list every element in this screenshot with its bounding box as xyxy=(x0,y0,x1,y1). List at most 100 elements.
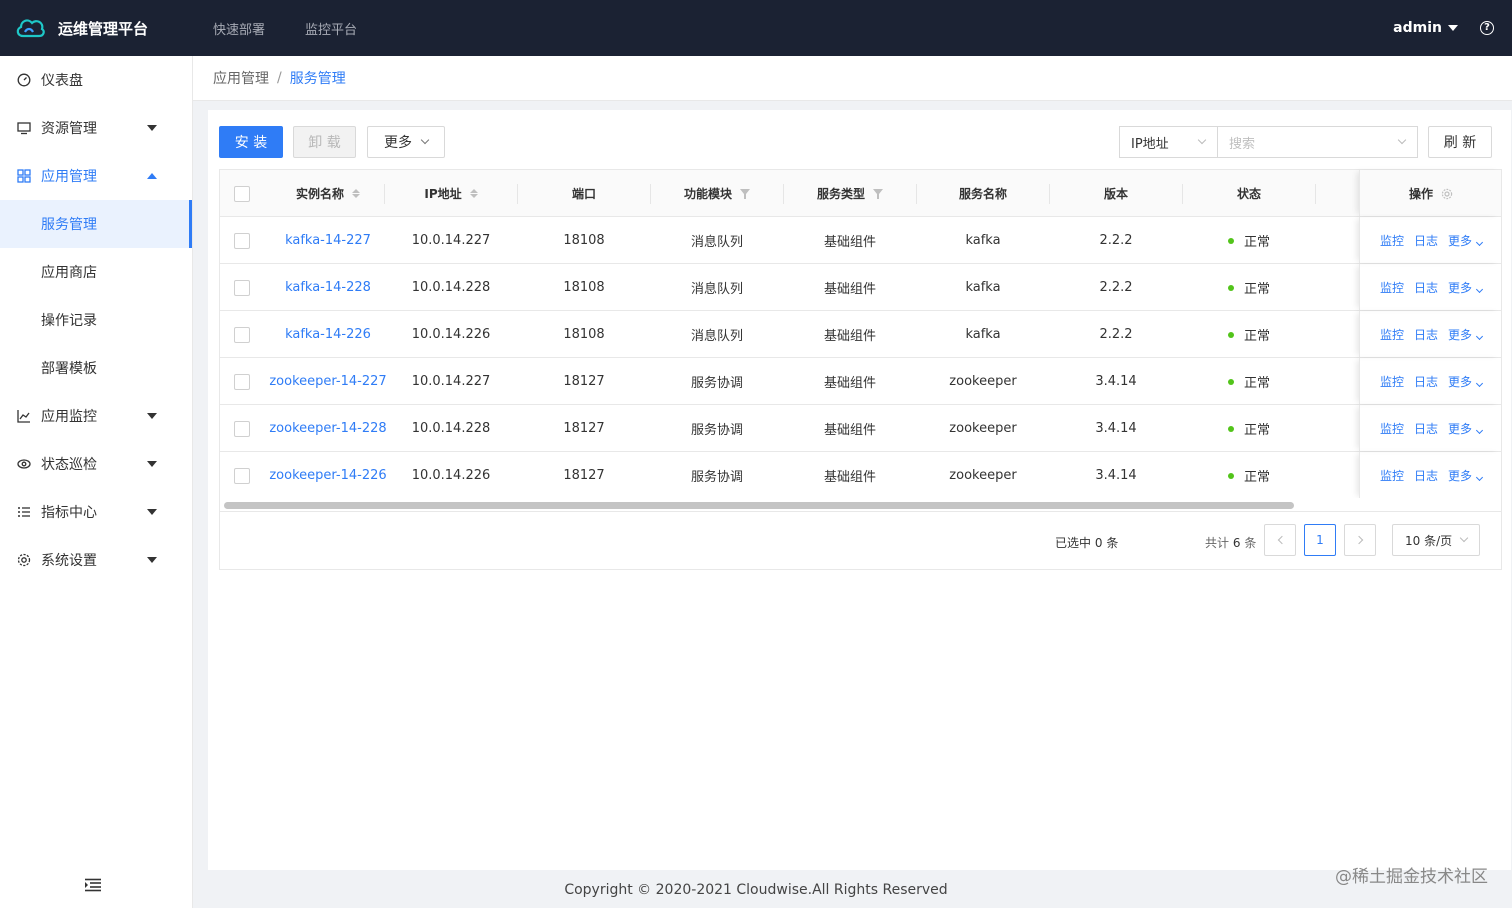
cell-version: 2.2.2 xyxy=(1099,327,1133,342)
sidebar-subitem-app-store[interactable]: 应用商店 xyxy=(0,248,192,296)
sort-icon[interactable] xyxy=(469,189,478,198)
logo[interactable]: 运维管理平台 xyxy=(0,0,193,56)
app-title: 运维管理平台 xyxy=(58,19,149,38)
sidebar-item-settings[interactable]: 系统设置 xyxy=(0,536,192,584)
header-type[interactable]: 服务类型 xyxy=(784,170,916,217)
log-link[interactable]: 日志 xyxy=(1414,232,1438,249)
header-module[interactable]: 功能模块 xyxy=(651,170,783,217)
more-link[interactable]: 更多 xyxy=(1448,420,1484,437)
sidebar-item-app-management[interactable]: 应用管理 xyxy=(0,152,192,200)
top-nav-monitor-platform[interactable]: 监控平台 xyxy=(305,19,357,38)
header-port: 端口 xyxy=(571,187,596,201)
monitor-link[interactable]: 监控 xyxy=(1380,373,1404,390)
page-size-select[interactable]: 10 条/页 xyxy=(1392,524,1480,556)
refresh-button[interactable]: 刷 新 xyxy=(1428,126,1492,158)
row-checkbox[interactable] xyxy=(234,420,250,437)
sidebar-item-resources[interactable]: 资源管理 xyxy=(0,104,192,152)
gear-icon[interactable] xyxy=(1441,188,1453,200)
row-checkbox[interactable] xyxy=(234,373,250,390)
caret-down-icon xyxy=(147,413,157,419)
more-link[interactable]: 更多 xyxy=(1448,232,1484,249)
log-link[interactable]: 日志 xyxy=(1414,279,1438,296)
uninstall-button[interactable]: 卸 载 xyxy=(293,126,356,158)
user-name: admin xyxy=(1393,20,1442,36)
sidebar-subitem-service-management[interactable]: 服务管理 xyxy=(0,200,192,248)
monitor-link[interactable]: 监控 xyxy=(1380,420,1404,437)
status-dot xyxy=(1227,425,1234,432)
sidebar-item-inspection[interactable]: 状态巡检 xyxy=(0,440,192,488)
caret-down-icon xyxy=(1448,25,1458,31)
install-button[interactable]: 安 装 xyxy=(219,126,283,158)
instance-name-link[interactable]: zookeeper-14-228 xyxy=(269,421,386,436)
instance-name-link[interactable]: kafka-14-228 xyxy=(285,280,371,295)
prev-page-button[interactable] xyxy=(1264,524,1296,556)
monitor-link[interactable]: 监控 xyxy=(1380,232,1404,249)
cell-ip: 10.0.14.227 xyxy=(411,233,491,248)
breadcrumb-app-management[interactable]: 应用管理 xyxy=(213,68,269,88)
user-menu[interactable]: admin xyxy=(1393,20,1458,36)
sort-icon[interactable] xyxy=(352,189,360,198)
cell-version: 3.4.14 xyxy=(1095,421,1137,436)
monitor-link[interactable]: 监控 xyxy=(1380,279,1404,296)
breadcrumb-separator: / xyxy=(277,70,282,86)
cell-status: 正常 xyxy=(1183,217,1315,264)
row-checkbox[interactable] xyxy=(234,279,250,296)
cell-version: 2.2.2 xyxy=(1099,280,1133,295)
more-dropdown-button[interactable]: 更多 xyxy=(367,126,445,158)
instance-name-link[interactable]: zookeeper-14-227 xyxy=(269,374,386,389)
filter-icon[interactable] xyxy=(873,188,883,199)
log-link[interactable]: 日志 xyxy=(1414,373,1438,390)
sidebar-item-app-monitor[interactable]: 应用监控 xyxy=(0,392,192,440)
help-icon[interactable]: ? xyxy=(1480,21,1494,35)
header-type-label: 服务类型 xyxy=(816,187,865,201)
chevron-down-icon xyxy=(1475,238,1484,247)
sidebar-item-dashboard[interactable]: 仪表盘 xyxy=(0,56,192,104)
instance-name-link[interactable]: kafka-14-227 xyxy=(285,233,371,248)
log-link[interactable]: 日志 xyxy=(1414,326,1438,343)
scrollbar-thumb[interactable] xyxy=(224,502,1294,509)
more-link[interactable]: 更多 xyxy=(1448,467,1484,484)
header-ip[interactable]: IP地址 xyxy=(385,170,517,217)
monitor-link[interactable]: 监控 xyxy=(1380,326,1404,343)
cell-module: 消息队列 xyxy=(690,235,743,250)
more-link[interactable]: 更多 xyxy=(1448,326,1484,343)
service-table: 实例名称 IP地址 端口 功能模块 服务类型 服务名称 版本 状态 操作 kaf… xyxy=(219,169,1502,499)
instance-name-link[interactable]: kafka-14-226 xyxy=(285,327,371,342)
header-name[interactable]: 实例名称 xyxy=(262,170,394,217)
cell-ip: 10.0.14.228 xyxy=(411,421,491,436)
chevron-down-icon xyxy=(1459,533,1469,543)
sidebar-subitem-operation-log[interactable]: 操作记录 xyxy=(0,296,192,344)
ops-fixed-cell: 监控 日志 更多 xyxy=(1359,405,1501,451)
log-link[interactable]: 日志 xyxy=(1414,467,1438,484)
sidebar-item-metrics[interactable]: 指标中心 xyxy=(0,488,192,536)
more-link[interactable]: 更多 xyxy=(1448,279,1484,296)
log-link[interactable]: 日志 xyxy=(1414,420,1438,437)
sidebar-subitem-deploy-template[interactable]: 部署模板 xyxy=(0,344,192,392)
next-page-button[interactable] xyxy=(1344,524,1376,556)
sidebar-subitem-label: 应用商店 xyxy=(41,265,97,281)
row-checkbox[interactable] xyxy=(234,467,250,484)
selected-suffix: 条 xyxy=(1106,536,1119,550)
top-nav-quick-deploy[interactable]: 快速部署 xyxy=(213,19,265,38)
sidebar-item-label: 指标中心 xyxy=(41,505,97,521)
filter-icon[interactable] xyxy=(740,188,750,199)
pagination-bar: 已选中 0 条 共计 6 条 1 10 条/页 xyxy=(219,512,1502,570)
search-input[interactable]: 搜索 xyxy=(1217,126,1418,158)
status-text: 正常 xyxy=(1243,423,1270,438)
row-checkbox[interactable] xyxy=(234,232,250,249)
cell-service: zookeeper xyxy=(949,374,1017,389)
cell-status: 正常 xyxy=(1183,358,1315,405)
row-checkbox[interactable] xyxy=(234,326,250,343)
dashboard-icon xyxy=(16,72,32,88)
monitor-link[interactable]: 监控 xyxy=(1380,467,1404,484)
more-link[interactable]: 更多 xyxy=(1448,373,1484,390)
chevron-down-icon xyxy=(1475,473,1484,482)
eye-icon xyxy=(16,456,32,472)
instance-name-link[interactable]: zookeeper-14-226 xyxy=(269,468,386,483)
page-size-value: 10 条/页 xyxy=(1405,533,1453,548)
search-field-select[interactable]: IP地址 xyxy=(1119,126,1218,158)
select-all-checkbox[interactable] xyxy=(234,185,250,202)
menu-collapse-icon[interactable] xyxy=(84,878,102,892)
page-number-button[interactable]: 1 xyxy=(1304,524,1336,556)
horizontal-scrollbar[interactable] xyxy=(219,498,1502,512)
